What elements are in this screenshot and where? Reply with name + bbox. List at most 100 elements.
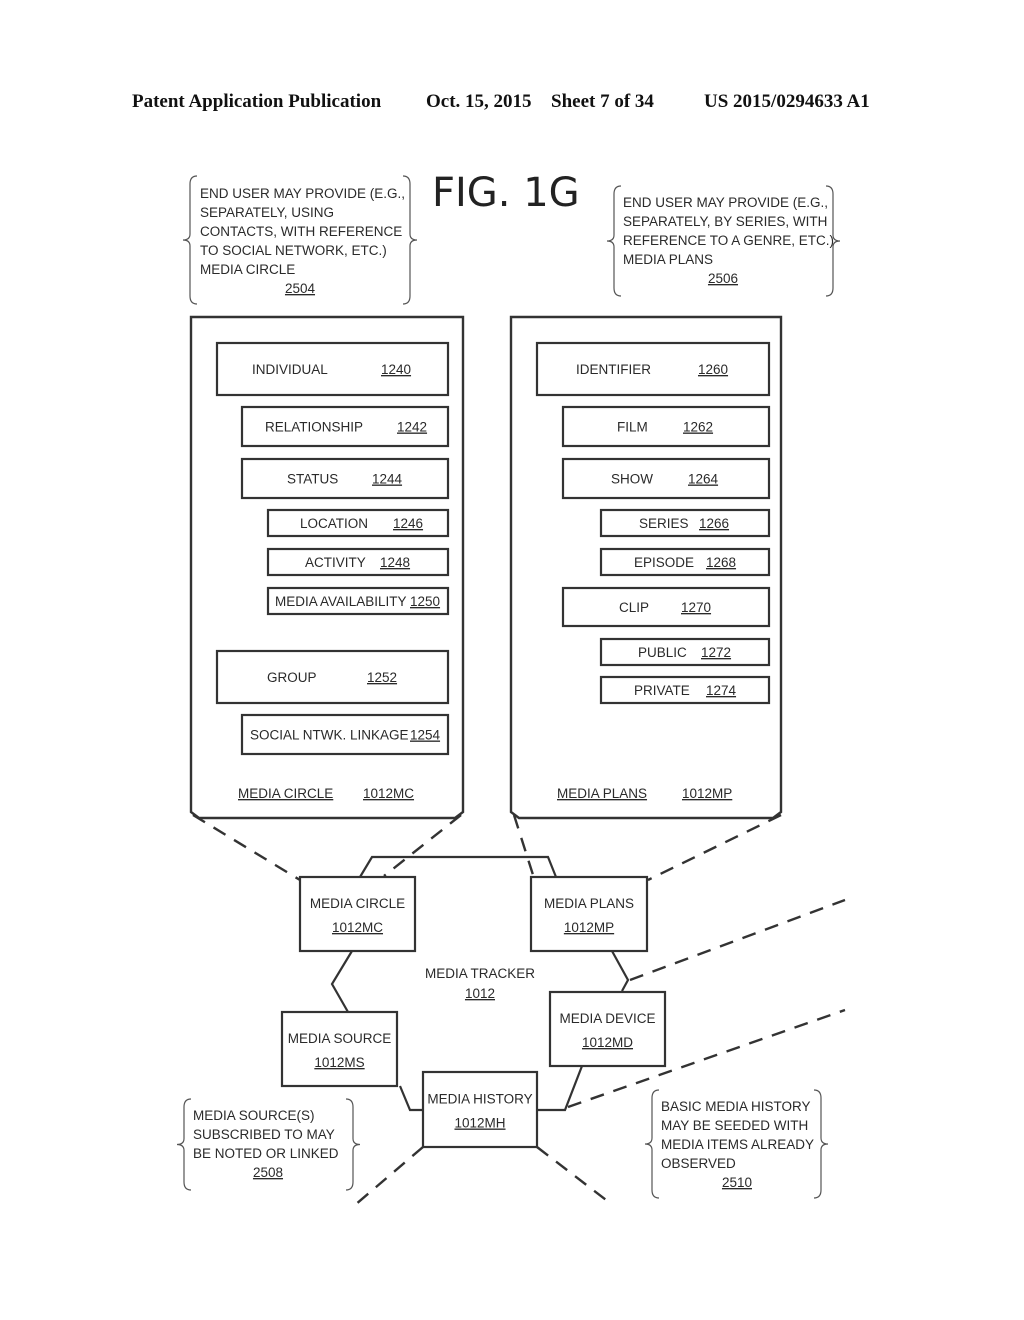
media-source-note-line: MEDIA SOURCE(S)	[193, 1108, 315, 1123]
media-plans-item-label: CLIP	[619, 600, 649, 615]
media-history-note-line: MEDIA ITEMS ALREADY	[661, 1137, 814, 1152]
media-plans-item-label: SERIES	[639, 516, 689, 531]
media-plans-item-label: EPISODE	[634, 555, 694, 570]
media-plans-node-ref: 1012MP	[564, 920, 614, 935]
media-circle-item-label: ACTIVITY	[305, 555, 366, 570]
media-circle-panel-ref: 1012MC	[363, 786, 414, 801]
media-history-note-line: BASIC MEDIA HISTORY	[661, 1099, 811, 1114]
media-history-note: BASIC MEDIA HISTORY MAY BE SEEDED WITH MED…	[644, 1089, 829, 1199]
sheet-number: Sheet 7 of 34	[551, 91, 654, 112]
media-circle-note-line: TO SOCIAL NETWORK, ETC.)	[200, 243, 387, 258]
media-plans-item: CLIP 1270	[561, 586, 771, 628]
media-circle-item: ACTIVITY 1248	[266, 547, 450, 577]
link-source-history	[398, 1085, 423, 1112]
media-plans-node-label: MEDIA PLANS	[544, 896, 634, 911]
media-circle-panel-title: MEDIA CIRCLE	[238, 786, 333, 801]
publication-type: Patent Application Publication	[132, 91, 382, 112]
media-plans-item-ref: 1260	[698, 362, 728, 377]
offpage-line-history-left	[354, 1146, 424, 1206]
media-plans-panel-ref: 1012MP	[682, 786, 732, 801]
media-plans-item-ref: 1274	[706, 683, 737, 698]
media-plans-note: END USER MAY PROVIDE (E.G., SEPARATELY, B…	[606, 185, 841, 297]
media-circle-item-label: INDIVIDUAL	[252, 362, 328, 377]
media-circle-item-ref: 1240	[381, 362, 411, 377]
media-plans-node-box	[529, 875, 649, 953]
media-circle-item-label: GROUP	[267, 670, 317, 685]
media-circle-item-label: SOCIAL NTWK. LINKAGE	[250, 728, 409, 743]
media-circle-item-label: STATUS	[287, 472, 338, 487]
media-circle-note-left-brace	[182, 175, 198, 305]
media-plans-item: PUBLIC 1272	[599, 637, 771, 667]
media-history-node-ref: 1012MH	[454, 1116, 505, 1131]
media-circle-item: INDIVIDUAL 1240	[215, 341, 450, 397]
media-circle-note: END USER MAY PROVIDE (E.G., SEPARATELY, U…	[182, 175, 418, 305]
media-source-node-label: MEDIA SOURCE	[288, 1031, 392, 1046]
media-history-note-ref: 2510	[722, 1175, 752, 1190]
media-circle-item: RELATIONSHIP 1242	[240, 405, 450, 448]
media-plans-note-line: MEDIA PLANS	[623, 252, 713, 267]
media-plans-item: PRIVATE 1274	[599, 675, 771, 705]
media-circle-item-ref: 1242	[397, 420, 427, 435]
media-device-node-box	[548, 990, 667, 1068]
media-device-node: MEDIA DEVICE 1012MD	[548, 990, 667, 1068]
media-plans-item: SERIES 1266	[599, 508, 771, 538]
media-plans-item: FILM 1262	[561, 405, 771, 448]
media-plans-item-ref: 1266	[699, 516, 729, 531]
media-circle-item-ref: 1252	[367, 670, 397, 685]
media-circle-note-line: CONTACTS, WITH REFERENCE	[200, 224, 402, 239]
offpage-line-device	[629, 898, 846, 982]
media-circle-item: GROUP 1252	[215, 649, 450, 705]
media-plans-item-box	[535, 341, 771, 397]
media-plans-item: EPISODE 1268	[599, 547, 771, 577]
media-tracker: MEDIA CIRCLE1012MCMEDIA PLANS1012MPMEDIA…	[280, 875, 667, 1149]
media-plans-panel-title: MEDIA PLANS	[557, 786, 647, 801]
media-history-note-right-brace	[813, 1089, 829, 1199]
media-circle-note-right-brace	[402, 175, 418, 305]
media-source-node: MEDIA SOURCE 1012MS	[280, 1010, 399, 1088]
media-circle-note-line: SEPARATELY, USING	[200, 205, 334, 220]
media-circle-panel: INDIVIDUAL 1240 RELATIONSHIP 1242 STATUS 1244…	[189, 315, 465, 820]
media-plans-panel: IDENTIFIER 1260 FILM 1262 SHOW 1264 SERIES 1266…	[509, 315, 783, 820]
media-plans-item: SHOW 1264	[561, 457, 771, 500]
media-circle-item: LOCATION 1246	[266, 508, 450, 538]
media-plans-note-left-brace	[606, 185, 622, 297]
media-device-node-ref: 1012MD	[582, 1035, 633, 1050]
media-tracker-label: MEDIA TRACKER	[425, 966, 535, 981]
callout-line-mp-left	[512, 814, 536, 879]
media-circle-item-ref: 1250	[410, 594, 440, 609]
media-plans-item-ref: 1272	[701, 645, 731, 660]
media-source-note-ref: 2508	[253, 1165, 283, 1180]
publication-date: Oct. 15, 2015	[426, 91, 532, 112]
media-source-node-ref: 1012MS	[314, 1055, 364, 1070]
media-circle-item: MEDIA AVAILABILITY 1250	[266, 586, 450, 616]
link-circle-source	[330, 950, 353, 1013]
media-circle-item: STATUS 1244	[240, 457, 450, 500]
media-circle-item-box	[240, 457, 450, 500]
media-plans-item-ref: 1270	[681, 600, 711, 615]
patent-number: US 2015/0294633 A1	[704, 91, 870, 112]
media-circle-item: SOCIAL NTWK. LINKAGE 1254	[240, 713, 450, 756]
media-circle-item-ref: 1248	[380, 555, 410, 570]
media-circle-node: MEDIA CIRCLE 1012MC	[298, 875, 417, 953]
media-plans-node: MEDIA PLANS 1012MP	[529, 875, 649, 953]
media-plans-item-label: FILM	[617, 420, 648, 435]
link-circle-plans	[359, 855, 558, 878]
media-source-note: MEDIA SOURCE(S) SUBSCRIBED TO MAY BE NOTED…	[176, 1098, 361, 1191]
media-plans-item-box	[561, 457, 771, 500]
media-history-note-line: OBSERVED	[661, 1156, 736, 1171]
media-plans-item-label: PUBLIC	[638, 645, 687, 660]
offpage-line-history-right	[536, 1146, 611, 1204]
media-circle-item-label: RELATIONSHIP	[265, 420, 363, 435]
callout-line-mc-left	[192, 813, 301, 882]
media-circle-node-box	[298, 875, 417, 953]
media-circle-note-line: MEDIA CIRCLE	[200, 262, 295, 277]
media-plans-note-ref: 2506	[708, 271, 738, 286]
media-source-note-line: SUBSCRIBED TO MAY	[193, 1127, 335, 1142]
media-circle-node-label: MEDIA CIRCLE	[310, 896, 405, 911]
media-circle-note-line: END USER MAY PROVIDE (E.G.,	[200, 186, 405, 201]
page-header: Patent Application Publication Oct. 15, …	[132, 91, 870, 112]
media-plans-note-line: REFERENCE TO A GENRE, ETC.)	[623, 233, 834, 248]
media-plans-note-line: END USER MAY PROVIDE (E.G.,	[623, 195, 828, 210]
media-device-node-label: MEDIA DEVICE	[559, 1011, 655, 1026]
media-circle-item-label: MEDIA AVAILABILITY	[275, 594, 407, 609]
